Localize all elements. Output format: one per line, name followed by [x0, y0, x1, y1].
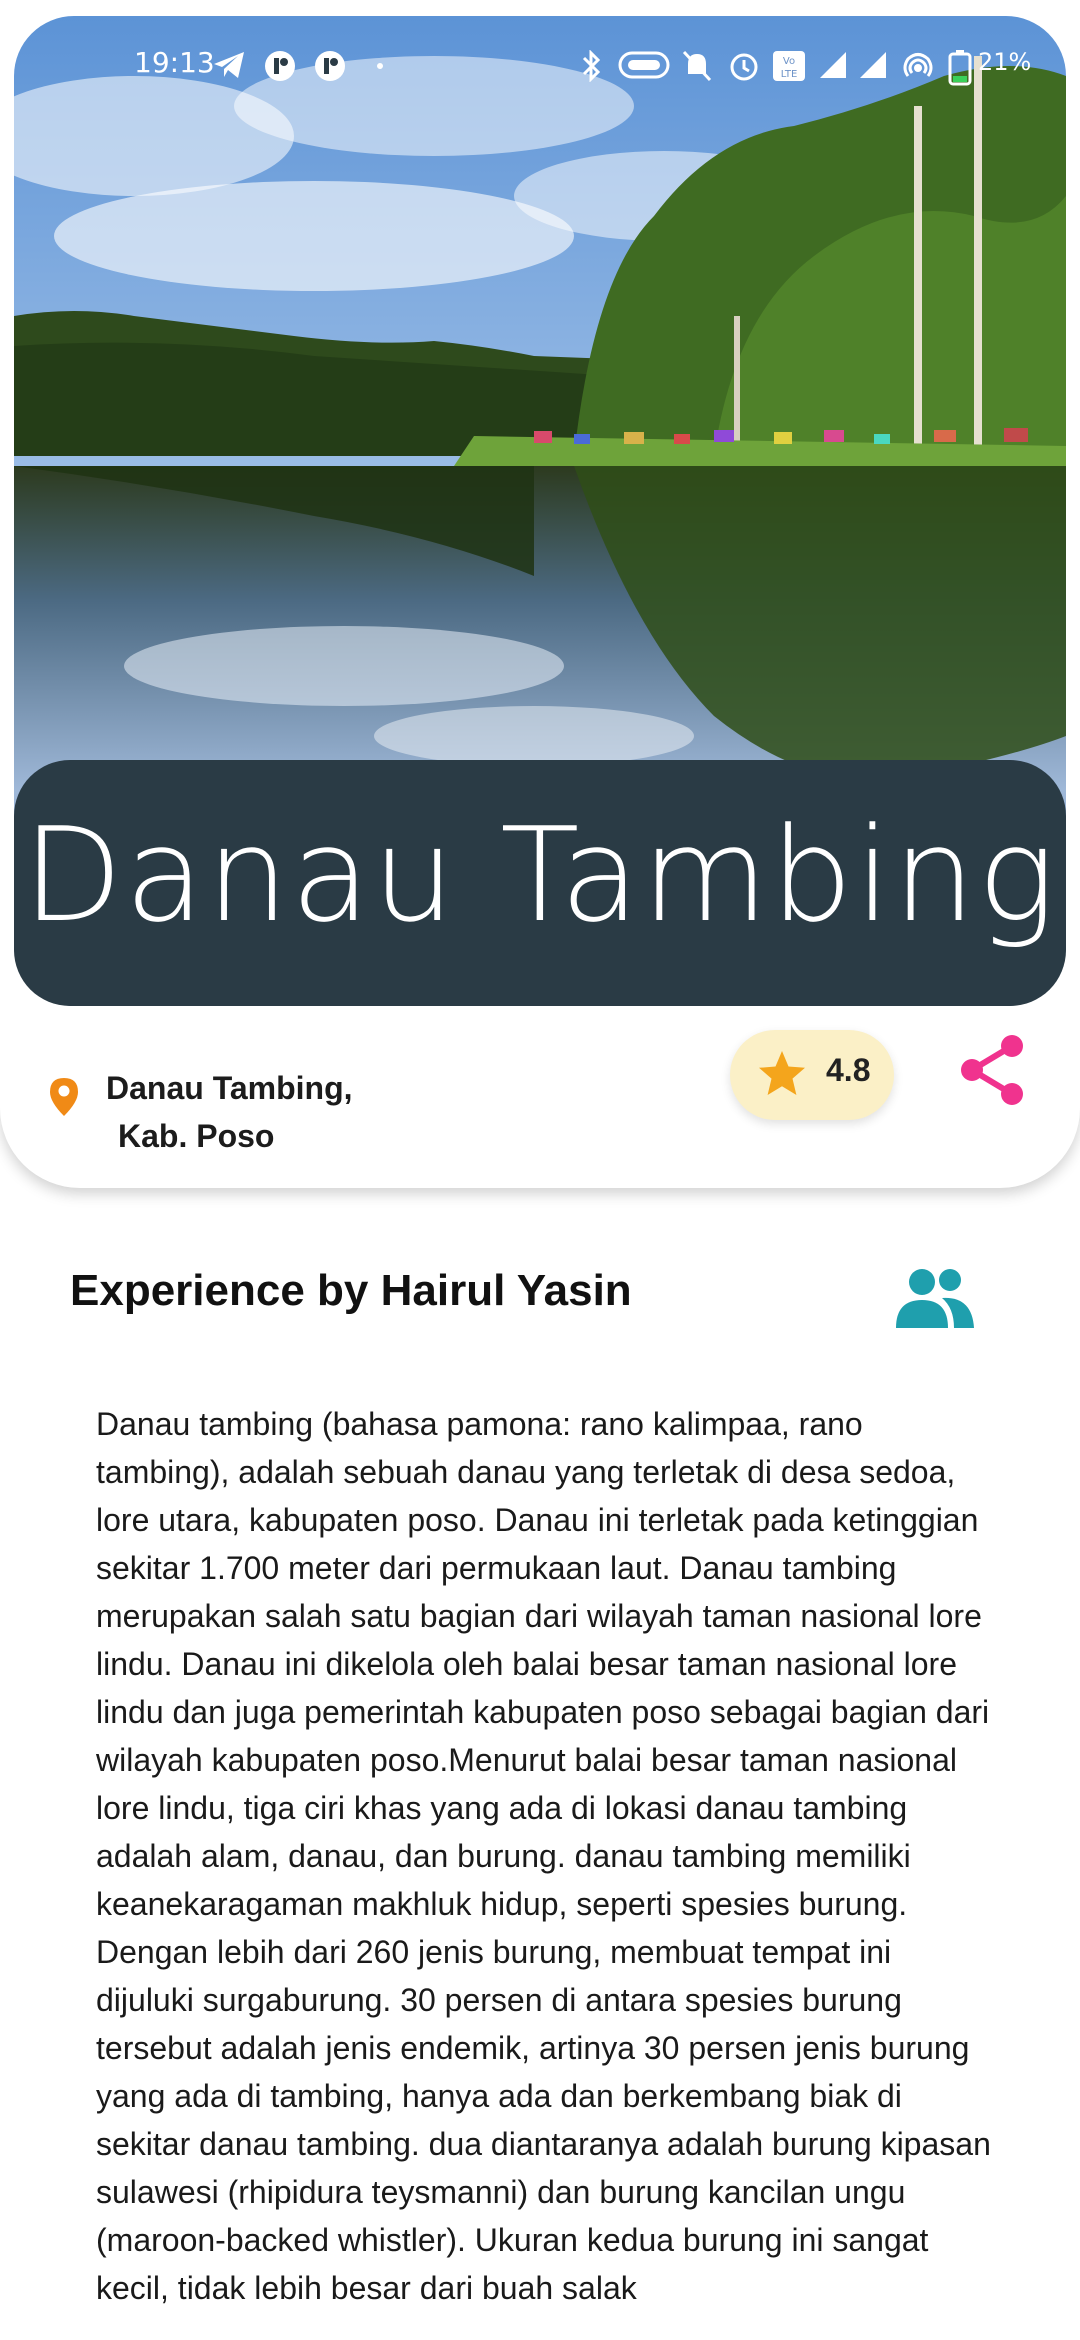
place-title: Danau Tambing — [22, 799, 1058, 951]
location-line2: Kab. Poso — [118, 1118, 275, 1154]
hotspot-icon — [903, 53, 933, 77]
app-icon — [315, 51, 345, 81]
users-icon[interactable] — [892, 1266, 976, 1332]
telegram-icon — [214, 52, 244, 78]
svg-text:LTE: LTE — [781, 69, 798, 80]
mute-icon — [682, 50, 712, 82]
share-icon[interactable] — [956, 1032, 1028, 1108]
signal-icon — [860, 52, 886, 78]
volte-icon: Vo LTE — [773, 51, 805, 81]
status-bar: 19:13 Vo LTE 21% — [0, 36, 1080, 92]
dot-icon — [377, 63, 383, 69]
experience-heading: Experience by Hairul Yasin — [70, 1266, 632, 1315]
status-time: 19:13 — [134, 46, 215, 79]
location-label: Danau Tambing, Kab. Poso — [106, 1064, 353, 1160]
place-detail-screen: 19:13 Vo LTE 21% Danau Tambing Danau Tam… — [0, 0, 1080, 2340]
star-icon — [759, 1051, 805, 1095]
rating-value: 4.8 — [826, 1052, 871, 1088]
svg-text:Vo: Vo — [783, 56, 795, 67]
app-icon — [265, 51, 295, 81]
title-banner: Danau Tambing — [14, 760, 1066, 1006]
signal-icon — [820, 52, 846, 78]
battery-icon — [948, 50, 972, 86]
location-pin-icon — [50, 1078, 78, 1116]
bluetooth-icon — [582, 50, 601, 82]
alarm-icon — [730, 53, 758, 81]
nfc-icon — [618, 51, 670, 79]
experience-body: Danau tambing (bahasa pamona: rano kalim… — [96, 1406, 991, 2306]
rating-badge: 4.8 — [730, 1030, 894, 1120]
header-card: 19:13 Vo LTE 21% Danau Tambing Danau Tam… — [0, 0, 1080, 1188]
battery-percent: 21% — [978, 48, 1032, 76]
location-line1: Danau Tambing, — [106, 1070, 353, 1106]
